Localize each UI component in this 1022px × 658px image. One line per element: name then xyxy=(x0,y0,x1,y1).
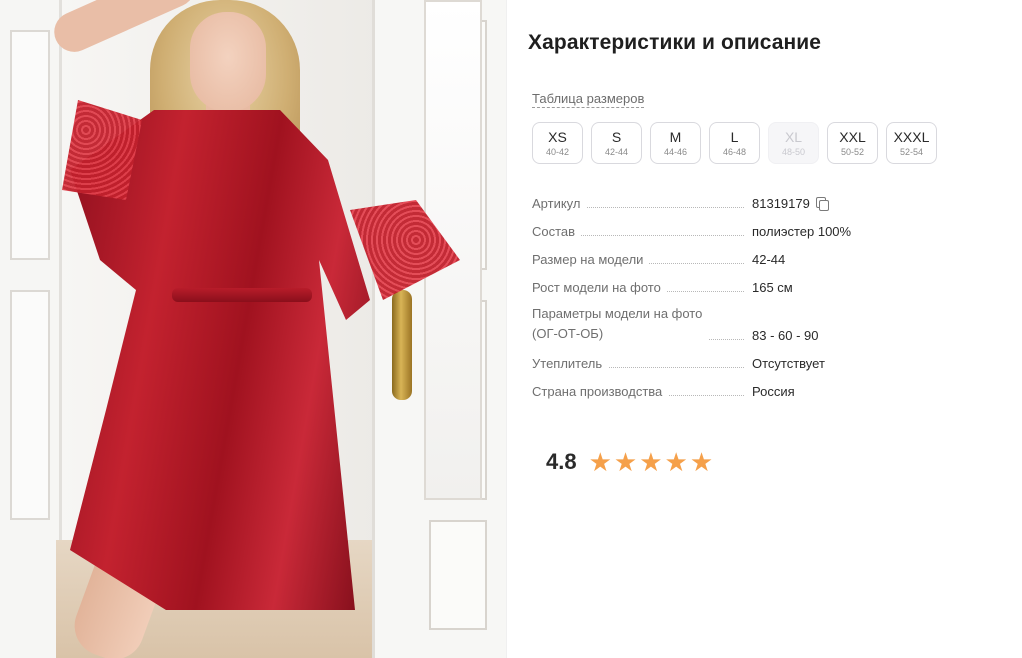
spec-row-insulation: Утеплитель Отсутствует xyxy=(532,352,862,372)
photo-robe-belt xyxy=(172,288,312,302)
size-table-link[interactable]: Таблица размеров xyxy=(532,91,645,108)
spec-row-country: Страна производства Россия xyxy=(532,380,862,400)
size-label: XXL xyxy=(839,128,866,145)
spec-value: 165 см xyxy=(752,280,793,295)
size-range: 52-54 xyxy=(899,146,924,157)
size-label: XL xyxy=(784,128,803,145)
star-icon: ★ xyxy=(639,447,663,477)
size-label: L xyxy=(730,128,739,145)
size-range: 44-46 xyxy=(663,146,688,157)
size-range: 42-44 xyxy=(604,146,629,157)
spec-row-model-size: Размер на модели 42-44 xyxy=(532,248,862,268)
size-selector: XS 40-42 S 42-44 M 44-46 L 46-48 XL 48-5… xyxy=(532,122,937,164)
size-option-xl: XL 48-50 xyxy=(768,122,819,164)
size-range: 48-50 xyxy=(781,146,806,157)
spec-row-model-params: Параметры модели на фото (ОГ-ОТ-ОБ) 83 - … xyxy=(532,304,862,344)
spec-key: Страна производства xyxy=(532,384,669,400)
spec-key: Артикул xyxy=(532,196,587,212)
size-range: 50-52 xyxy=(840,146,865,157)
size-option-xs[interactable]: XS 40-42 xyxy=(532,122,583,164)
article-number[interactable]: 81319179 xyxy=(752,196,810,211)
spec-value: 81319179 xyxy=(752,196,829,212)
size-option-l[interactable]: L 46-48 xyxy=(709,122,760,164)
spec-key: Утеплитель xyxy=(532,356,609,372)
size-label: XS xyxy=(548,128,567,145)
spec-key-line1: Параметры модели на фото xyxy=(532,306,703,321)
spec-value: Россия xyxy=(752,384,795,399)
product-rating[interactable]: 4.8 ★ ★ ★ ★ ★ xyxy=(546,449,713,475)
size-label: XXXL xyxy=(893,128,930,145)
size-option-xxl[interactable]: XXL 50-52 xyxy=(827,122,878,164)
size-label: S xyxy=(611,128,622,145)
spec-value: полиэстер 100% xyxy=(752,224,852,239)
size-label: M xyxy=(669,128,682,145)
spec-row-model-height: Рост модели на фото 165 см xyxy=(532,276,862,296)
spec-value: Отсутствует xyxy=(752,356,825,371)
star-icon: ★ xyxy=(689,447,714,477)
size-option-s[interactable]: S 42-44 xyxy=(591,122,642,164)
photo-door-left xyxy=(0,0,62,658)
divider xyxy=(506,0,507,658)
spec-row-composition: Состав полиэстер 100% xyxy=(532,220,862,240)
size-option-xxxl[interactable]: XXXL 52-54 xyxy=(886,122,937,164)
star-icon: ★ xyxy=(664,447,688,477)
product-photo[interactable] xyxy=(0,0,506,658)
spec-row-article: Артикул 81319179 xyxy=(532,192,862,212)
spec-key: Размер на модели xyxy=(532,252,650,268)
spec-value: 83 - 60 - 90 xyxy=(752,328,819,343)
star-icon: ★ xyxy=(613,447,638,477)
photo-door-handle xyxy=(392,290,412,400)
photo-model-face xyxy=(190,12,266,112)
size-option-m[interactable]: M 44-46 xyxy=(650,122,701,164)
product-info-panel: Характеристики и описание Таблица размер… xyxy=(528,0,1008,658)
size-range: 40-42 xyxy=(545,146,570,157)
rating-value: 4.8 xyxy=(546,449,577,474)
size-range: 46-48 xyxy=(722,146,747,157)
star-icon: ★ xyxy=(588,447,612,477)
page-title: Характеристики и описание xyxy=(528,31,822,54)
spec-key-line2: (ОГ-ОТ-ОБ) xyxy=(532,326,604,341)
spec-value: 42-44 xyxy=(752,252,786,267)
spec-key: Параметры модели на фото (ОГ-ОТ-ОБ) xyxy=(532,304,709,344)
copy-icon[interactable] xyxy=(815,197,829,211)
spec-key: Рост модели на фото xyxy=(532,280,667,296)
spec-key: Состав xyxy=(532,224,582,240)
rating-stars: ★ ★ ★ ★ ★ xyxy=(589,449,714,475)
